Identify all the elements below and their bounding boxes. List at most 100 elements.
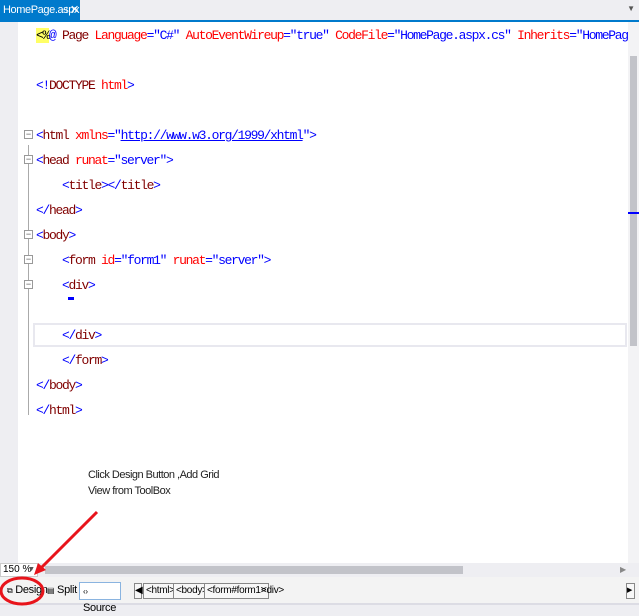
code-token: form xyxy=(68,253,102,268)
vertical-scrollbar[interactable] xyxy=(628,22,639,563)
breadcrumb-scroll-left[interactable]: ◀ xyxy=(134,583,143,599)
tab-homepage-aspx[interactable]: HomePage.aspx ⊣ ✕ xyxy=(0,0,80,20)
code-token: body xyxy=(49,378,76,393)
code-token: head xyxy=(49,203,76,218)
code-token: ="HomePage xyxy=(569,28,635,43)
caret-position-marker xyxy=(628,212,639,214)
current-line-highlight xyxy=(33,323,627,347)
code-line[interactable]: <title></title> xyxy=(36,173,161,198)
code-token: "> xyxy=(302,128,317,143)
source-label: Source xyxy=(83,602,117,614)
code-token: head xyxy=(42,153,76,168)
chevron-down-icon: ▼ xyxy=(28,566,35,573)
code-line[interactable]: <html xmlns="http://www.w3.org/1999/xhtm… xyxy=(36,123,317,148)
code-token: xmlns xyxy=(75,128,109,143)
code-token: html xyxy=(49,403,76,418)
code-line[interactable]: <form id="form1" runat="server"> xyxy=(36,248,271,273)
code-token: form xyxy=(75,353,102,368)
annotation-line-2: View from ToolBox xyxy=(88,485,171,497)
document-tab-bar: HomePage.aspx ⊣ ✕ ▼ xyxy=(0,0,639,22)
code-token: > xyxy=(75,203,83,218)
split-button[interactable]: ▤ Split xyxy=(44,582,80,600)
code-token: @ xyxy=(49,28,63,43)
code-token: AutoEventWireup xyxy=(185,28,285,43)
code-token: > xyxy=(88,278,96,293)
code-token: > xyxy=(75,403,83,418)
text-caret xyxy=(68,297,74,300)
code-line[interactable]: </head> xyxy=(36,198,83,223)
split-label: Split xyxy=(57,584,77,596)
close-icon[interactable]: ✕ xyxy=(70,0,79,20)
code-token: Language xyxy=(94,28,148,43)
annotation-note: Click Design Button ,Add Grid View from … xyxy=(88,467,220,499)
code-token: > xyxy=(94,328,103,343)
code-token: ="C#" xyxy=(146,28,186,43)
code-token: </ xyxy=(62,328,76,343)
code-token: ="form1" xyxy=(114,253,173,268)
code-token: http://www.w3.org/1999/xhtml xyxy=(120,128,304,143)
scrollbar-thumb[interactable] xyxy=(630,56,637,346)
code-line[interactable]: <body> xyxy=(36,223,77,248)
code-line[interactable]: </form> xyxy=(36,348,109,373)
code-line[interactable]: <%@ Page Language="C#" AutoEventWireup="… xyxy=(36,23,636,48)
code-token: div xyxy=(68,278,90,293)
code-token: Inherits xyxy=(517,28,570,43)
code-line[interactable]: <head runat="server"> xyxy=(36,148,174,173)
zoom-dropdown[interactable]: 150 % ▼ xyxy=(0,563,38,577)
code-token: <% xyxy=(36,28,50,43)
code-line[interactable]: <!DOCTYPE html> xyxy=(36,73,135,98)
code-token: > xyxy=(68,228,77,243)
code-token: </ xyxy=(36,203,50,218)
code-token: =" xyxy=(107,128,122,143)
split-icon: ▤ xyxy=(47,586,55,595)
breadcrumb-div[interactable]: <div> xyxy=(258,583,287,599)
code-token: </ xyxy=(36,403,50,418)
code-token: DOCTYPE xyxy=(49,78,102,93)
code-line[interactable]: </div> xyxy=(36,323,103,348)
code-token: html xyxy=(101,78,128,93)
code-token: ></ xyxy=(101,178,122,193)
code-token: body xyxy=(42,228,70,243)
view-bar: ⧉ Design ▤ Split ‹› Source ◀ <html> <bod… xyxy=(0,577,639,614)
code-token: ="HomePage.aspx.cs" xyxy=(387,28,518,43)
code-token: runat xyxy=(75,153,109,168)
code-token: title xyxy=(120,178,155,193)
horizontal-scrollbar-thumb[interactable] xyxy=(45,566,463,574)
code-token: > xyxy=(127,78,135,93)
pin-icon[interactable]: ⊣ xyxy=(60,0,68,20)
collapse-icon[interactable]: − xyxy=(24,155,33,164)
code-token: > xyxy=(153,178,161,193)
code-token: ="server"> xyxy=(205,253,271,268)
code-token: html xyxy=(42,128,76,143)
code-token: title xyxy=(68,178,103,193)
tab-title: HomePage.aspx xyxy=(3,4,80,16)
collapse-icon[interactable]: − xyxy=(24,255,33,264)
code-token: > xyxy=(75,378,83,393)
design-icon: ⧉ xyxy=(7,586,13,595)
collapse-icon[interactable]: − xyxy=(24,230,33,239)
scroll-right-icon[interactable]: ▶ xyxy=(620,565,626,574)
code-line[interactable]: </body> xyxy=(36,373,83,398)
chevron-down-icon[interactable]: ▼ xyxy=(627,4,635,13)
breadcrumb-scroll-right[interactable]: ▶ xyxy=(626,583,635,599)
annotation-line-1: Click Design Button ,Add Grid xyxy=(88,469,220,481)
code-line[interactable]: <div> xyxy=(36,273,96,298)
source-icon: ‹› xyxy=(83,587,88,596)
code-token: id xyxy=(101,253,115,268)
code-token: CodeFile xyxy=(335,28,388,43)
code-token: </ xyxy=(36,378,50,393)
code-token: </ xyxy=(62,353,76,368)
code-token: <! xyxy=(36,78,50,93)
source-button[interactable]: ‹› Source xyxy=(79,582,121,614)
left-margin xyxy=(0,22,18,563)
design-label: Design xyxy=(15,584,48,596)
collapse-icon[interactable]: − xyxy=(24,130,33,139)
collapse-icon[interactable]: − xyxy=(24,280,33,289)
code-line[interactable]: </html> xyxy=(36,398,83,423)
code-token: div xyxy=(75,328,96,343)
